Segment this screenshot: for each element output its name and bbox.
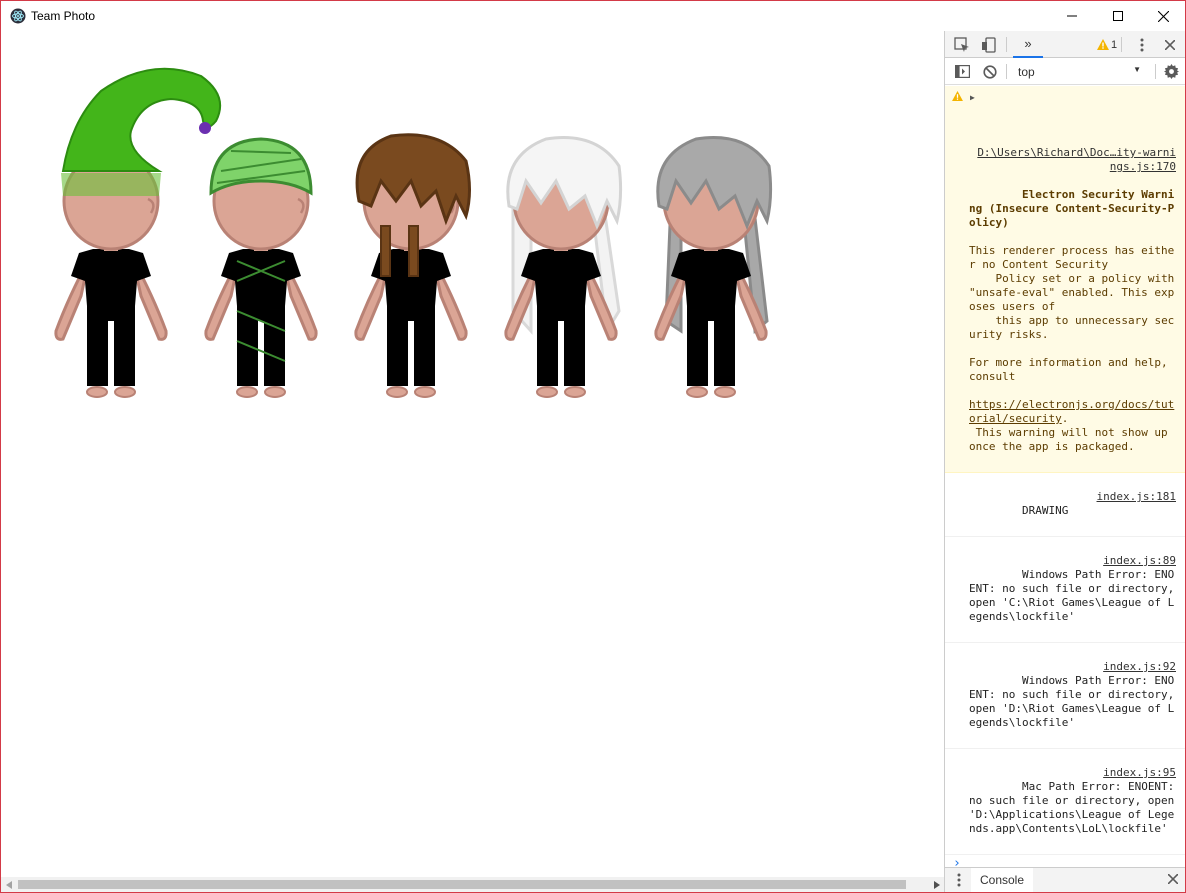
clear-console-button[interactable] bbox=[979, 58, 1001, 85]
customize-menu-button[interactable] bbox=[1131, 31, 1153, 58]
close-icon[interactable] bbox=[1168, 874, 1178, 884]
message-source-link[interactable]: index.js:92 bbox=[1097, 660, 1176, 674]
message-source-link[interactable]: index.js:181 bbox=[1091, 490, 1176, 504]
log-text: Windows Path Error: ENOENT: no such file… bbox=[969, 568, 1181, 623]
scroll-left-arrow[interactable] bbox=[1, 877, 16, 892]
console-prompt[interactable]: › bbox=[945, 855, 1185, 867]
console-toolbar: top ▼ bbox=[945, 58, 1185, 85]
inspect-cursor-icon bbox=[954, 36, 969, 52]
more-tabs-button[interactable]: » bbox=[1013, 31, 1043, 58]
context-value: top bbox=[1018, 64, 1035, 79]
sidebar-toggle-icon bbox=[954, 65, 970, 78]
scroll-thumb[interactable] bbox=[18, 880, 906, 889]
kebab-menu-icon[interactable] bbox=[957, 873, 961, 887]
warning-count: 1 bbox=[1111, 38, 1118, 51]
console-log-message: index.js:181 DRAWING bbox=[945, 473, 1185, 537]
console-messages: ▶ D:\Users\Richard\Doc…ity-warnings.js:1… bbox=[945, 86, 1185, 867]
horizontal-scrollbar[interactable] bbox=[1, 877, 944, 892]
figure-grey bbox=[654, 136, 773, 399]
warning-icon bbox=[1097, 39, 1109, 50]
console-log-message: index.js:89 Windows Path Error: ENOENT: … bbox=[945, 537, 1185, 643]
triangle-left-icon bbox=[5, 880, 12, 889]
app-content: [data-name="figure-elf"] .shirt { fill:#… bbox=[1, 31, 944, 877]
warning-icon bbox=[952, 91, 963, 101]
close-icon bbox=[1165, 39, 1175, 50]
log-text: DRAWING bbox=[1021, 504, 1069, 517]
log-text: Windows Path Error: ENOENT: no such file… bbox=[969, 674, 1181, 729]
log-text: Mac Path Error: ENOENT: no such file or … bbox=[969, 780, 1181, 835]
console-log-message: index.js:95 Mac Path Error: ENOENT: no s… bbox=[945, 749, 1185, 855]
warning-title: Electron Security Warning (Insecure Cont… bbox=[969, 188, 1175, 229]
electron-app-icon bbox=[10, 8, 26, 24]
console-settings-button[interactable] bbox=[1160, 58, 1182, 85]
toolbar-separator bbox=[1006, 37, 1007, 52]
figure-brown bbox=[354, 133, 471, 399]
team-photo-canvas: [data-name="figure-elf"] .shirt { fill:#… bbox=[54, 67, 773, 399]
console-log-message: index.js:92 Windows Path Error: ENOENT: … bbox=[945, 643, 1185, 749]
toolbar-separator bbox=[1155, 64, 1156, 79]
console-warning-message: ▶ D:\Users\Richard\Doc…ity-warnings.js:1… bbox=[945, 86, 1185, 473]
device-mobile-icon bbox=[982, 36, 996, 53]
security-docs-link[interactable]: https://electronjs.org/docs/tutorial/sec… bbox=[969, 398, 1174, 425]
message-source-link[interactable]: D:\Users\Richard\Doc…ity-warnings.js:170 bbox=[969, 146, 1176, 174]
block-icon bbox=[983, 64, 997, 79]
app-window: Team Photo » 1 top ▼ ▶ D:\Users\Richard\… bbox=[0, 0, 1186, 893]
message-source-link[interactable]: index.js:89 bbox=[1097, 554, 1176, 568]
close-icon bbox=[1157, 10, 1169, 22]
inspect-element-button[interactable] bbox=[951, 31, 973, 58]
prompt-chevron-icon: › bbox=[953, 856, 961, 867]
devtools-panel: » 1 top ▼ ▶ D:\Users\Richard\Doc…ity-war… bbox=[944, 31, 1185, 892]
minimize-icon bbox=[1067, 15, 1077, 17]
device-toolbar-button[interactable] bbox=[978, 31, 1000, 58]
figure-white bbox=[504, 136, 623, 399]
devtools-main-toolbar: » 1 bbox=[945, 31, 1185, 58]
kebab-menu-icon bbox=[1140, 38, 1144, 51]
message-source-link[interactable]: index.js:95 bbox=[1097, 766, 1176, 780]
tab-console[interactable]: Console bbox=[971, 868, 1033, 892]
gear-icon bbox=[1163, 64, 1179, 79]
triangle-right-icon bbox=[933, 880, 940, 889]
maximize-icon bbox=[1113, 11, 1123, 21]
dropdown-caret-icon: ▼ bbox=[1133, 65, 1141, 74]
window-title: Team Photo bbox=[31, 9, 96, 23]
show-sidebar-button[interactable] bbox=[951, 58, 973, 85]
warning-counter[interactable]: 1 bbox=[1097, 37, 1117, 52]
toolbar-separator bbox=[1121, 37, 1122, 52]
minimize-button[interactable] bbox=[1049, 1, 1095, 31]
double-chevron-icon: » bbox=[1024, 36, 1032, 51]
warning-body: This renderer process has either no Cont… bbox=[969, 244, 1175, 383]
toolbar-separator bbox=[1006, 64, 1007, 79]
figure-elf: [data-name="figure-elf"] .shirt { fill:#… bbox=[54, 67, 221, 399]
maximize-button[interactable] bbox=[1095, 1, 1141, 31]
figure-band bbox=[204, 137, 318, 399]
expand-triangle-icon[interactable]: ▶ bbox=[970, 91, 975, 105]
title-bar[interactable]: Team Photo bbox=[1, 1, 1185, 31]
close-window-button[interactable] bbox=[1140, 1, 1185, 31]
execution-context-select[interactable]: top ▼ bbox=[1013, 62, 1147, 81]
close-devtools-button[interactable] bbox=[1159, 31, 1181, 58]
devtools-drawer: Console bbox=[945, 867, 1185, 892]
scroll-right-arrow[interactable] bbox=[929, 877, 944, 892]
